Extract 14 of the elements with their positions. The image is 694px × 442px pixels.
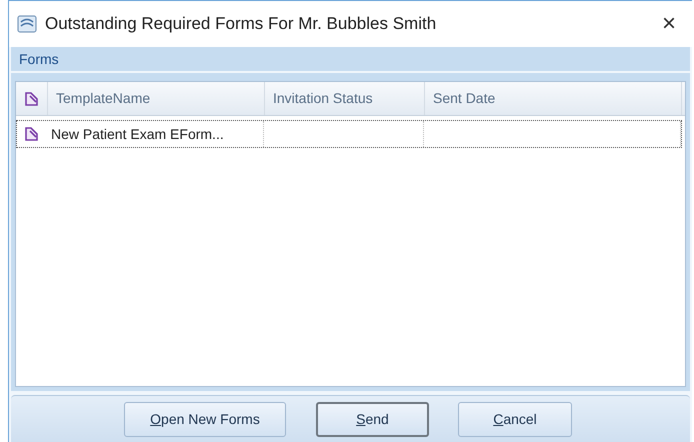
form-icon bbox=[24, 126, 40, 142]
table-row[interactable]: New Patient Exam EForm... bbox=[16, 120, 682, 148]
table-cell: New Patient Exam EForm... bbox=[47, 121, 264, 147]
window-title: Outstanding Required Forms For Mr. Bubbles Smith bbox=[45, 13, 438, 36]
column-header[interactable]: Invitation Status bbox=[265, 82, 425, 115]
panel-title: Forms bbox=[19, 50, 59, 68]
form-icon bbox=[24, 90, 40, 106]
column-header[interactable]: TemplateName bbox=[48, 82, 265, 115]
dialog-button[interactable]: Send bbox=[316, 402, 429, 436]
dialog-button[interactable]: Open New Forms bbox=[124, 402, 286, 436]
app-icon bbox=[17, 15, 37, 33]
dialog-button[interactable]: Cancel bbox=[458, 402, 572, 436]
close-button[interactable]: × bbox=[654, 12, 684, 36]
column-header[interactable]: Sent Date bbox=[425, 82, 682, 115]
